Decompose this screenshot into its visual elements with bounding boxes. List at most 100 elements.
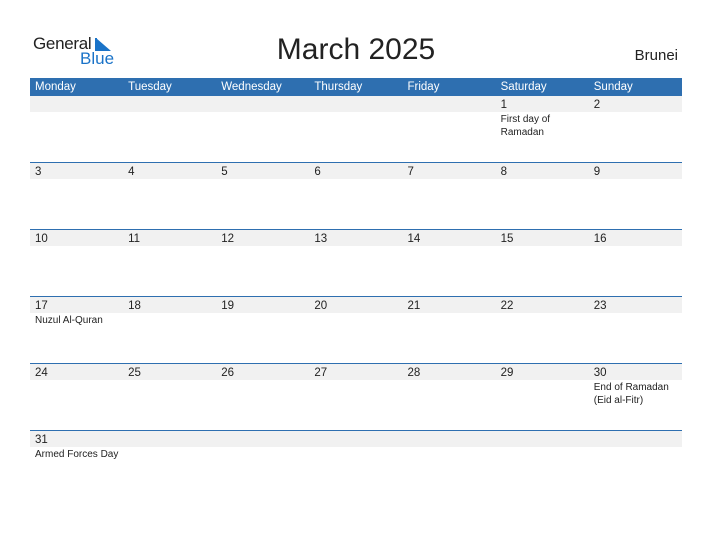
- day-number: 7: [407, 166, 414, 178]
- week-row: 10 11 12 13 14 15 16: [30, 229, 682, 296]
- day-number: [35, 96, 123, 97]
- day-number: [501, 431, 589, 432]
- day-cell: 7: [403, 163, 496, 229]
- weekday-saturday: Saturday: [500, 81, 547, 93]
- week-row: 17 Nuzul Al-Quran 18 19 20 21 22 23: [30, 296, 682, 363]
- day-number: 17: [35, 300, 48, 312]
- day-number: [221, 96, 309, 97]
- holiday-label: Nuzul Al-Quran: [35, 315, 103, 326]
- day-number: 31: [35, 434, 48, 446]
- day-number: [128, 431, 216, 432]
- day-cell: 24: [30, 364, 123, 430]
- day-number: 22: [500, 300, 514, 312]
- day-number: 18: [128, 300, 141, 312]
- week-row: 3 4 5 6 7 8 9: [30, 162, 682, 229]
- weekday-sunday: Sunday: [593, 81, 633, 93]
- day-number: 24: [35, 367, 48, 379]
- day-number: 12: [221, 233, 235, 245]
- day-number: 4: [128, 166, 135, 178]
- weekday-friday: Friday: [407, 81, 440, 93]
- day-number: 19: [221, 300, 235, 312]
- day-number: 20: [314, 300, 328, 312]
- day-cell: 23: [589, 297, 682, 363]
- day-cell: 10: [30, 230, 123, 296]
- weekday-tuesday: Tuesday: [128, 81, 172, 93]
- day-cell: 5: [216, 163, 309, 229]
- day-number: [221, 431, 309, 432]
- day-cell: 8: [496, 163, 589, 229]
- day-number: 15: [500, 233, 514, 245]
- day-cell: 6: [309, 163, 402, 229]
- day-cell: [309, 431, 402, 497]
- day-cell: 22: [496, 297, 589, 363]
- day-cell: [123, 96, 216, 162]
- calendar-title: March 2025: [276, 33, 436, 66]
- day-number: 13: [314, 233, 328, 245]
- day-number: 26: [221, 367, 235, 379]
- day-cell: [496, 431, 589, 497]
- day-cell: 19: [216, 297, 309, 363]
- day-number: 28: [407, 367, 421, 379]
- day-number: 2: [593, 99, 601, 111]
- day-number: [594, 431, 682, 432]
- day-number: 29: [500, 367, 514, 379]
- day-cell: 17 Nuzul Al-Quran: [30, 297, 123, 363]
- day-cell: 21: [403, 297, 496, 363]
- calendar-grid: Monday Tuesday Wednesday Thursday Friday…: [30, 78, 682, 497]
- day-cell: 20: [309, 297, 402, 363]
- week-row: 31 Armed Forces Day: [30, 430, 682, 497]
- country-label: Brunei: [634, 47, 678, 64]
- week-row: 1 First day of Ramadan 2: [30, 96, 682, 162]
- day-cell: 3: [30, 163, 123, 229]
- day-number: 27: [314, 367, 328, 379]
- day-cell: 2: [589, 96, 682, 162]
- holiday-label: Armed Forces Day: [35, 449, 119, 460]
- day-number: [408, 96, 496, 97]
- day-cell: 30 End of Ramadan (Eid al-Fitr): [589, 364, 682, 430]
- day-cell: 9: [589, 163, 682, 229]
- day-cell: 28: [403, 364, 496, 430]
- week-row: 24 25 26 27 28 29 30 End of Ramadan (Eid al-Fit…: [30, 363, 682, 430]
- day-cell: 13: [309, 230, 402, 296]
- day-number: 21: [407, 300, 421, 312]
- day-cell: 11: [123, 230, 216, 296]
- day-cell: [403, 96, 496, 162]
- day-cell: [309, 96, 402, 162]
- day-number: 10: [35, 233, 48, 245]
- day-cell: 25: [123, 364, 216, 430]
- day-number: [128, 96, 216, 97]
- day-number: [314, 96, 402, 97]
- day-cell: 15: [496, 230, 589, 296]
- weekday-thursday: Thursday: [314, 81, 363, 93]
- day-cell: [123, 431, 216, 497]
- holiday-label: End of Ramadan (Eid al-Fitr): [593, 382, 669, 406]
- day-number: 9: [593, 166, 601, 178]
- day-number: [314, 431, 402, 432]
- day-cell: 16: [589, 230, 682, 296]
- weekday-wednesday: Wednesday: [221, 81, 282, 93]
- day-number: 30: [593, 367, 607, 379]
- day-number: 8: [500, 166, 508, 178]
- day-cell: 29: [496, 364, 589, 430]
- day-cell: 1 First day of Ramadan: [496, 96, 589, 162]
- day-cell: 18: [123, 297, 216, 363]
- day-cell: 31 Armed Forces Day: [30, 431, 123, 497]
- day-number: 11: [128, 233, 141, 245]
- day-cell: 12: [216, 230, 309, 296]
- day-number: 3: [35, 166, 42, 178]
- weekday-header: Monday Tuesday Wednesday Thursday Friday…: [30, 78, 682, 96]
- day-number: 14: [407, 233, 421, 245]
- day-cell: 4: [123, 163, 216, 229]
- day-cell: [403, 431, 496, 497]
- day-cell: 26: [216, 364, 309, 430]
- day-cell: 27: [309, 364, 402, 430]
- day-number: 1: [500, 99, 508, 111]
- holiday-label: First day of Ramadan: [500, 114, 551, 138]
- weekday-monday: Monday: [35, 81, 76, 93]
- day-number: 16: [593, 233, 607, 245]
- day-cell: [30, 96, 123, 162]
- day-number: [408, 431, 496, 432]
- day-number: 25: [128, 367, 141, 379]
- day-cell: 14: [403, 230, 496, 296]
- day-cell: [589, 431, 682, 497]
